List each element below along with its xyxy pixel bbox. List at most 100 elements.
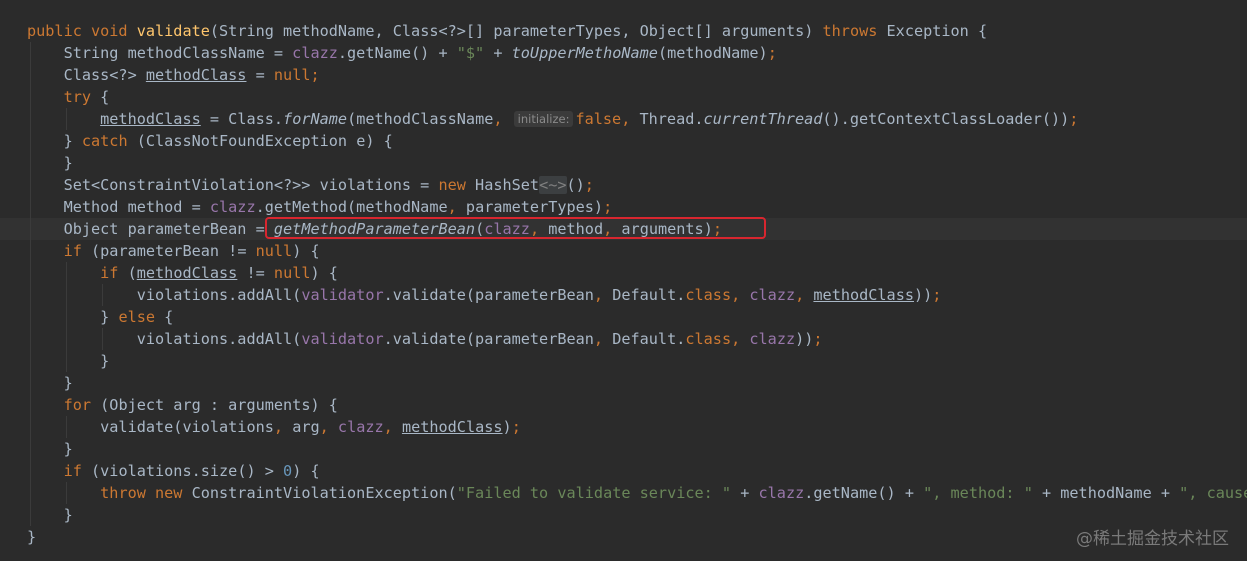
- code-token: throw new: [100, 484, 192, 502]
- code-line[interactable]: public void validate(String methodName, …: [0, 20, 1247, 42]
- code-token: if: [63, 462, 92, 480]
- code-token: "$": [456, 44, 485, 62]
- code-line[interactable]: if (parameterBean != null) {: [0, 240, 1247, 262]
- code-token: (String methodName, Class<?>[] parameter…: [209, 22, 823, 40]
- code-line[interactable]: }: [0, 526, 1247, 548]
- code-token: ConstraintViolationException(: [191, 484, 457, 502]
- indent-guide: [30, 394, 31, 416]
- code-token: (): [566, 176, 585, 194]
- code-token: methodClass: [136, 264, 238, 282]
- code-token: =: [246, 66, 274, 84]
- code-token: methodClass: [813, 286, 914, 304]
- code-token: class: [685, 286, 732, 304]
- code-token: ;: [511, 418, 521, 436]
- indent-guide: [30, 174, 31, 196]
- indent-guide: [30, 42, 31, 64]
- code-line[interactable]: } catch (ClassNotFoundException e) {: [0, 130, 1247, 152]
- indent-guide: [30, 372, 31, 394]
- code-token: Exception {: [886, 22, 988, 40]
- code-token: ,: [593, 330, 613, 348]
- indent-guide: [30, 482, 31, 504]
- code-token: null: [255, 242, 293, 260]
- code-token: }: [27, 528, 37, 546]
- code-token: validator: [301, 286, 384, 304]
- indent-guide: [66, 284, 68, 306]
- code-token: validate(violations: [27, 418, 274, 436]
- code-line[interactable]: try {: [0, 86, 1247, 108]
- code-line[interactable]: validate(violations, arg, clazz, methodC…: [0, 416, 1247, 438]
- indent-guide: [30, 64, 31, 86]
- code-token: = Class.: [200, 110, 284, 128]
- indent-guide: [30, 86, 31, 108]
- code-line[interactable]: }: [0, 152, 1247, 174]
- code-line[interactable]: Method method = clazz.getMethod(methodNa…: [0, 196, 1247, 218]
- code-token: .getName() +: [337, 44, 457, 62]
- code-token: validate: [136, 22, 210, 40]
- code-line[interactable]: if (methodClass != null) {: [0, 262, 1247, 284]
- code-line[interactable]: Set<ConstraintViolation<?>> violations =…: [0, 174, 1247, 196]
- code-token: (violations.size() >: [91, 462, 284, 480]
- code-token: ,: [731, 330, 750, 348]
- code-token: ,: [319, 418, 338, 436]
- indent-guide: [30, 306, 31, 328]
- code-token: (Object arg : arguments) {: [100, 396, 338, 414]
- indent-guide: [30, 328, 31, 350]
- code-token: Thread.: [639, 110, 704, 128]
- indent-guide: [66, 416, 68, 438]
- code-line[interactable]: violations.addAll(validator.validate(par…: [0, 328, 1247, 350]
- code-token: }: [27, 440, 73, 458]
- code-token: +: [731, 484, 759, 502]
- code-token: + methodName +: [1032, 484, 1180, 502]
- code-token: ;: [1069, 110, 1079, 128]
- code-token: ,: [383, 418, 402, 436]
- code-token: clazz: [749, 286, 796, 304]
- code-token: validator: [301, 330, 384, 348]
- code-token: clazz: [758, 484, 805, 502]
- code-line[interactable]: }: [0, 504, 1247, 526]
- parameter-hint: initialize:: [513, 111, 574, 127]
- indent-guide: [66, 306, 68, 328]
- code-token: (methodName): [657, 44, 768, 62]
- code-token: Class<?>: [27, 66, 146, 84]
- code-token: clazz: [337, 418, 384, 436]
- code-line[interactable]: } else {: [0, 306, 1247, 328]
- code-line[interactable]: Class<?> methodClass = null;: [0, 64, 1247, 86]
- code-token: ;: [603, 198, 613, 216]
- code-token: }: [27, 154, 73, 172]
- code-token: <~>: [539, 176, 567, 194]
- code-token: methodClass: [145, 66, 247, 84]
- code-token: )): [914, 286, 933, 304]
- code-editor[interactable]: public void validate(String methodName, …: [0, 0, 1247, 561]
- code-token: forName: [283, 110, 348, 128]
- code-line[interactable]: for (Object arg : arguments) {: [0, 394, 1247, 416]
- code-line[interactable]: methodClass = Class.forName(methodClassN…: [0, 108, 1247, 130]
- code-line[interactable]: throw new ConstraintViolationException("…: [0, 482, 1247, 504]
- code-token: Method method =: [27, 198, 210, 216]
- code-token: ,: [621, 110, 640, 128]
- code-token: .getMethod(methodName: [255, 198, 448, 216]
- code-token: Set<ConstraintViolation<?>> violations =: [27, 176, 439, 194]
- code-line[interactable]: }: [0, 350, 1247, 372]
- indent-guide: [30, 350, 31, 372]
- code-line[interactable]: if (violations.size() > 0) {: [0, 460, 1247, 482]
- code-token: (parameterBean !=: [91, 242, 256, 260]
- indent-guide: [30, 416, 31, 438]
- indent-guide: [66, 328, 68, 350]
- code-token: !=: [237, 264, 274, 282]
- indent-guide: [30, 460, 31, 482]
- code-line[interactable]: }: [0, 372, 1247, 394]
- code-token: null: [273, 264, 311, 282]
- code-line[interactable]: String methodClassName = clazz.getName()…: [0, 42, 1247, 64]
- code-token: }: [27, 132, 82, 150]
- code-token: )): [795, 330, 814, 348]
- code-line[interactable]: violations.addAll(validator.validate(par…: [0, 284, 1247, 306]
- code-token: else: [118, 308, 165, 326]
- code-token: ) {: [310, 264, 338, 282]
- code-token: ;: [310, 66, 320, 84]
- code-token: class: [685, 330, 732, 348]
- code-line[interactable]: }: [0, 438, 1247, 460]
